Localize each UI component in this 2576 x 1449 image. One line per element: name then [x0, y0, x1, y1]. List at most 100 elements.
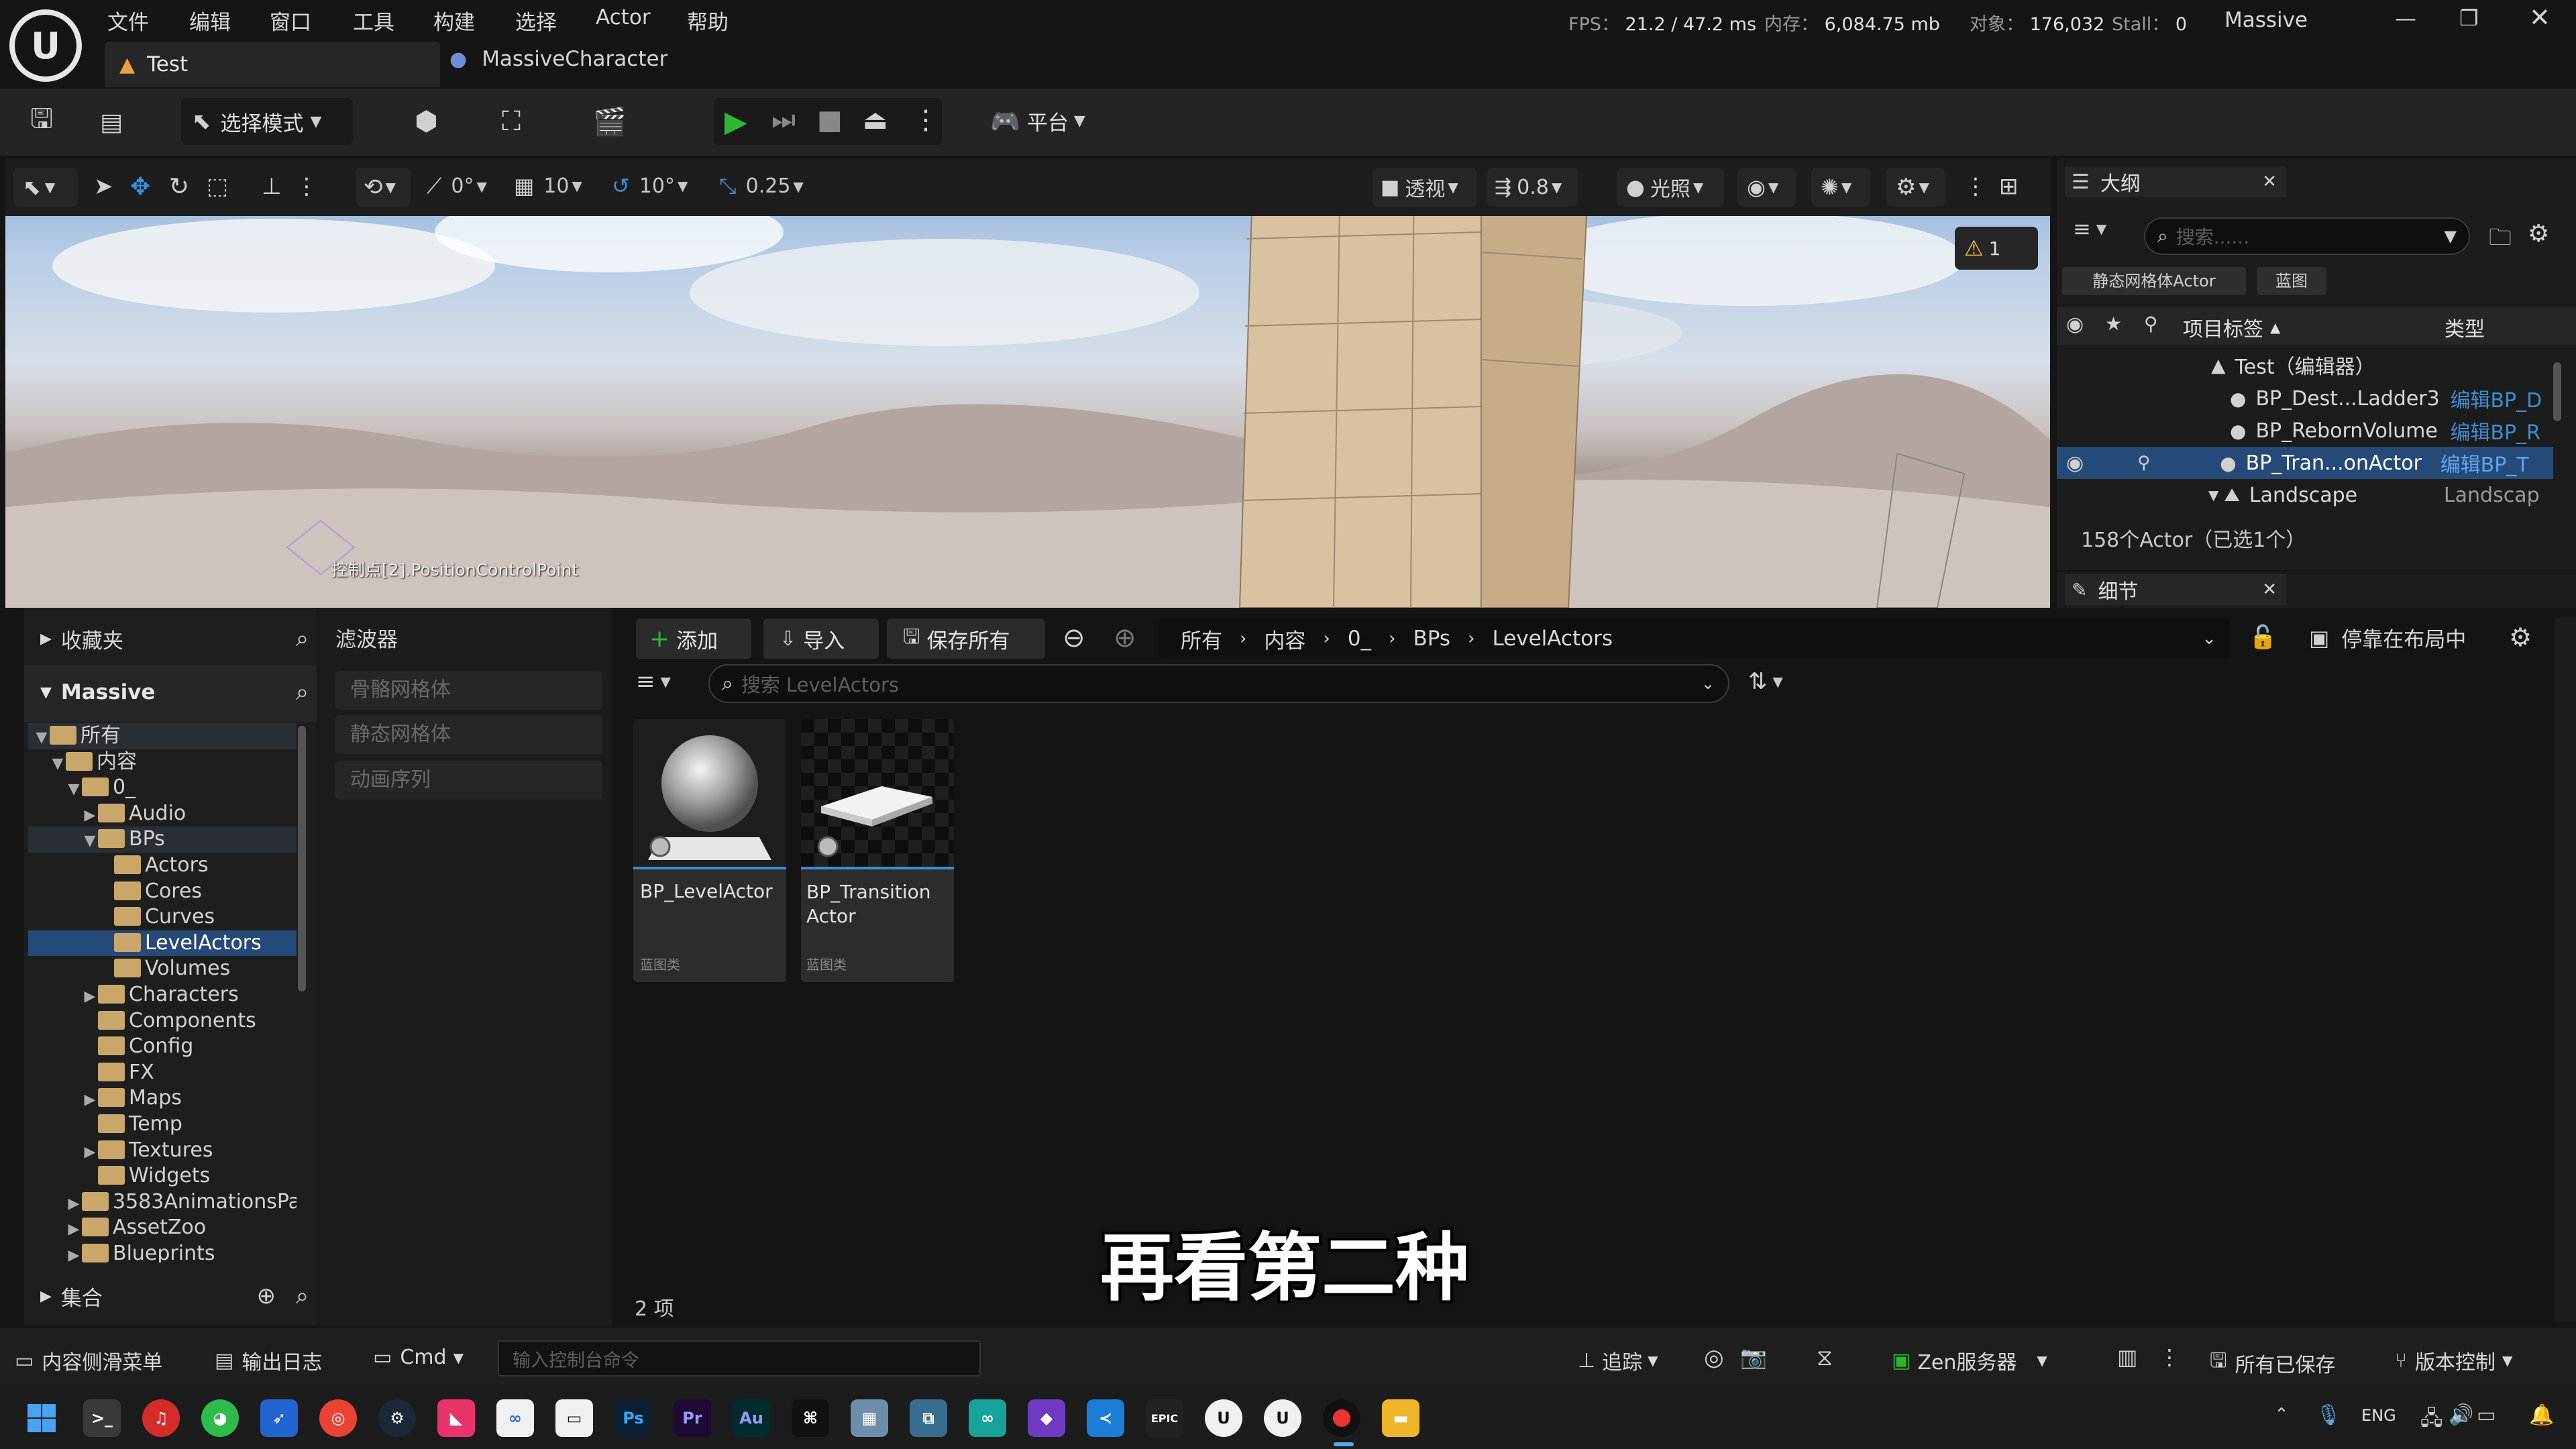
premiere-icon[interactable]: Pr: [674, 1399, 711, 1437]
chevron-down-icon[interactable]: ▼: [2208, 487, 2218, 503]
collections-header[interactable]: ▶ 集合 ⊕ ⌕: [40, 1280, 309, 1312]
chip-blueprint[interactable]: 蓝图: [2257, 267, 2326, 295]
cmd-dropdown[interactable]: ▭ Cmd ▼: [373, 1346, 464, 1369]
menu-window[interactable]: 窗口: [270, 5, 311, 35]
forward-icon[interactable]: ⊕: [1114, 623, 1136, 653]
content-drawer-button[interactable]: ▭ 内容侧滑菜单: [15, 1346, 162, 1375]
app-blue-icon[interactable]: ⧉: [910, 1399, 947, 1437]
folder-tree-item[interactable]: Curves: [28, 904, 297, 930]
folder-tree-item[interactable]: Config: [28, 1034, 297, 1060]
steam-icon[interactable]: ⚙: [378, 1399, 416, 1437]
notification-icon[interactable]: 🔔: [2529, 1403, 2554, 1427]
warning-badge[interactable]: ⚠ 1: [1955, 227, 2038, 270]
more-icon[interactable]: ⋮: [295, 173, 318, 200]
folder-tree-item[interactable]: ▼ 内容: [28, 749, 297, 775]
capcut-icon[interactable]: ⌘: [792, 1399, 829, 1437]
obs-record-icon[interactable]: [1323, 1399, 1360, 1437]
more-icon[interactable]: ⋮: [2159, 1344, 2180, 1370]
chevron-right-icon[interactable]: ▶: [82, 984, 98, 1010]
tab-massivecharacter[interactable]: ● MassiveCharacter: [449, 47, 667, 71]
asset-tile[interactable]: BP_Transition Actor 蓝图类: [801, 719, 954, 982]
app-red-icon[interactable]: ◣: [437, 1399, 475, 1437]
breadcrumb-bps[interactable]: BPs: [1413, 627, 1450, 651]
scale-snap[interactable]: ⤡ 0.25 ▼: [719, 173, 804, 199]
vscode-icon[interactable]: ≺: [1087, 1399, 1124, 1437]
folder-tree-item[interactable]: ▼ 0_: [28, 775, 297, 801]
folder-tree-item[interactable]: ▶ Characters: [28, 982, 297, 1008]
platform-dropdown[interactable]: 🎮 平台 ▼: [990, 106, 1085, 136]
menu-build[interactable]: 构建: [433, 5, 475, 35]
lock-icon[interactable]: 🔓: [2249, 624, 2277, 651]
save-all-button[interactable]: 🖫 保存所有: [887, 619, 1045, 659]
add-actor-icon[interactable]: ⬢: [415, 106, 438, 137]
folder-tree-item[interactable]: ▼ 所有: [28, 723, 297, 749]
gear-icon[interactable]: ⚙: [2509, 623, 2532, 652]
chevron-down-icon[interactable]: ▼: [82, 828, 98, 855]
viewport-options-icon[interactable]: ⋮: [1964, 173, 1987, 200]
coord-space-dropdown[interactable]: ⟲ ▼: [356, 168, 411, 207]
outliner-row-selected[interactable]: ◉ ⚲ ● BP_Tran...onActor 编辑BP_T: [2057, 447, 2553, 479]
surface-snap-icon[interactable]: ⊥: [262, 173, 282, 200]
outliner-filter-dropdown[interactable]: ≡ ▼: [2073, 216, 2106, 241]
tab-test[interactable]: ▲ Test: [105, 42, 440, 87]
save-icon[interactable]: 🖫: [24, 103, 59, 140]
folder-tree-item[interactable]: Temp: [28, 1112, 297, 1138]
output-log-button[interactable]: ▤ 输出日志: [215, 1346, 322, 1375]
grid-snap[interactable]: ▦ 10 ▼: [514, 173, 582, 199]
level-viewport[interactable]: ⚠ 1 控制点[2].PositionControlPoint: [5, 158, 2050, 608]
gear-icon[interactable]: ⚙: [2528, 220, 2549, 248]
add-collection-icon[interactable]: ⊕: [256, 1283, 276, 1309]
screenshot-icon[interactable]: 📷: [1740, 1344, 1767, 1370]
outliner-row[interactable]: ● BP_Dest...Ladder3 编辑BP_D: [2057, 382, 2553, 415]
feishu-icon[interactable]: ➶: [260, 1399, 298, 1437]
rotation-snap[interactable]: ↺ 10° ▼: [612, 173, 688, 199]
browse-icon[interactable]: ▤: [94, 105, 129, 140]
chip-static-mesh[interactable]: 静态网格体Actor: [2062, 267, 2246, 295]
outliner-row[interactable]: ▼ ⛰ Landscape Landscap: [2057, 479, 2553, 511]
netease-music-icon[interactable]: ♫: [142, 1399, 180, 1437]
transform-mode-dropdown[interactable]: ⬉ ▼: [13, 168, 78, 207]
folder-tree-item[interactable]: ▶ AssetZoo: [28, 1215, 297, 1241]
show-dropdown[interactable]: ◉ ▼: [1737, 168, 1796, 207]
tree-scrollbar[interactable]: [298, 726, 306, 991]
chevron-right-icon[interactable]: ▶: [82, 1140, 98, 1166]
folder-tree-item[interactable]: Components: [28, 1008, 297, 1034]
chevron-right-icon[interactable]: ▶: [66, 1243, 82, 1263]
pin-icon[interactable]: ⚲: [2137, 453, 2150, 473]
volume-icon[interactable]: 🔊: [2449, 1403, 2473, 1427]
camera-speed-dropdown[interactable]: ⇶ 0.8 ▼: [1487, 168, 1578, 207]
chevron-right-icon[interactable]: ▶: [66, 1191, 82, 1218]
microphone-icon[interactable]: 🎙: [2316, 1403, 2341, 1427]
cinematics-icon[interactable]: 🎬: [593, 106, 627, 138]
asset-tile[interactable]: BP_LevelActor 蓝图类: [633, 719, 786, 982]
chevron-down-icon[interactable]: ▼: [66, 777, 82, 803]
stats-icon[interactable]: ▥: [2117, 1344, 2137, 1370]
asset-search-input[interactable]: ⌕ 搜索 LevelActors ⌄: [708, 664, 1729, 703]
play-options-icon[interactable]: ⋮: [912, 105, 939, 136]
breadcrumb-levelactors[interactable]: LevelActors: [1492, 627, 1613, 651]
chevron-down-icon[interactable]: ▼: [34, 725, 50, 751]
import-button[interactable]: ⇩ 导入: [763, 619, 879, 659]
unreal-editor-icon[interactable]: U: [1264, 1399, 1301, 1437]
folder-tree-item[interactable]: Widgets: [28, 1163, 297, 1189]
battery-icon[interactable]: ▭: [2477, 1403, 2496, 1427]
play-icon[interactable]: ▶: [724, 105, 747, 139]
dock-in-layout-button[interactable]: ▣ 停靠在布局中: [2309, 623, 2466, 653]
search-icon[interactable]: ⌕: [296, 679, 309, 706]
windows-start-icon[interactable]: [23, 1399, 60, 1437]
unreal-logo-icon[interactable]: U: [9, 9, 82, 82]
menu-select[interactable]: 选择: [515, 5, 557, 35]
lighting-dropdown[interactable]: ● 光照 ▼: [1617, 168, 1724, 207]
rotate-tool-icon[interactable]: ↻: [169, 173, 189, 201]
layout-icon[interactable]: ⊞: [1999, 173, 2019, 200]
all-saved-button[interactable]: 🖫 所有已保存: [2210, 1346, 2336, 1380]
unreal-icon[interactable]: U: [1205, 1399, 1242, 1437]
audition-icon[interactable]: Au: [733, 1399, 770, 1437]
breadcrumb-0[interactable]: 0_: [1348, 627, 1371, 651]
chevron-right-icon[interactable]: ▶: [82, 803, 98, 829]
folder-tree-item[interactable]: ▶ Textures: [28, 1138, 297, 1164]
network-icon[interactable]: 🖧: [2420, 1403, 2443, 1438]
mode-dropdown[interactable]: ⬉ 选择模式 ▼: [181, 98, 353, 145]
eye-icon[interactable]: ◉: [2066, 451, 2084, 475]
folder-tree-item[interactable]: ▶ Blueprints: [28, 1241, 297, 1263]
